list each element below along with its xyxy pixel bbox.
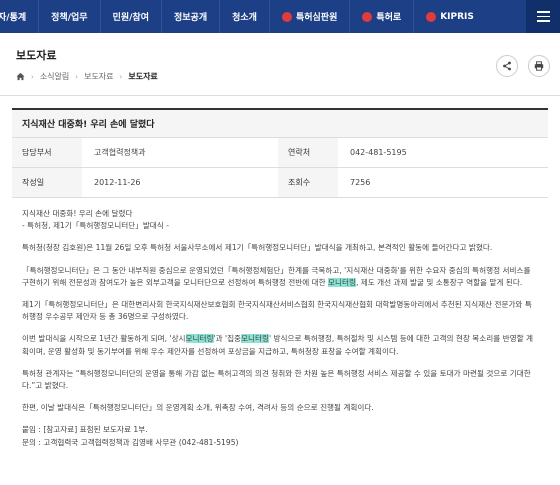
body-text: '과 '집중 (213, 334, 242, 344)
dept-label: 담당부서 (12, 138, 82, 167)
breadcrumb-item[interactable]: 보도자료 (84, 71, 113, 82)
body-paragraph: 이번 발대식을 시작으로 1년간 활동하게 되며, '상시모니터링'과 '집중모… (22, 333, 538, 357)
contact-value: 042-481-5195 (350, 148, 407, 157)
attachment-note: 붙임 : [참고자료] 표첨된 보도자료 1부. (22, 425, 148, 435)
header-actions (496, 55, 550, 77)
print-button[interactable] (528, 55, 550, 77)
breadcrumb-separator-icon: › (31, 72, 34, 81)
highlighted-term: 모니터링 (241, 334, 270, 344)
ext-link-kipris-label: KIPRIS (440, 11, 474, 22)
ext-link-kipris[interactable]: KIPRIS (414, 0, 486, 33)
body-headline: 지식재산 대중화! 우리 손에 달렸다 (22, 209, 133, 218)
tribunal-logo-icon (281, 11, 292, 22)
patentro-logo-icon (362, 11, 373, 22)
share-button[interactable] (496, 55, 518, 77)
ext-link-patentro-label: 특허로 (376, 13, 402, 23)
nav-item-about[interactable]: 청소개 (220, 0, 269, 33)
contact-label: 연락처 (278, 138, 338, 167)
header-divider (0, 95, 560, 96)
body-paragraph: 제1기「특허행정모니터단」은 대한변리사회 한국지식재산보호협회 한국지식재산서… (22, 300, 532, 322)
article-title: 지식재산 대중화! 우리 손에 달렸다 (12, 110, 548, 138)
page-header: 보도자료 › 소식알림 › 보도자료 › 보도자료 (0, 33, 560, 95)
breadcrumb-current: 보도자료 (128, 72, 158, 81)
date-value: 2012-11-26 (94, 178, 141, 187)
highlighted-term: 모니터링 (185, 334, 214, 344)
share-icon (503, 61, 511, 71)
ext-link-tribunal-label: 특허심판원 (295, 13, 338, 23)
breadcrumb-separator-icon: › (75, 72, 79, 81)
dept-value: 고객협력정책과 (94, 148, 146, 157)
inquiry-contact: 문의 : 고객협력국 고객협력정책과 김영배 사무관 (042-481-5195… (22, 437, 239, 447)
views-value: 7256 (350, 178, 371, 187)
body-text: , 제도 개선 과제 발굴 및 소통창구 역할을 맡게 된다. (355, 277, 523, 287)
ext-link-tribunal[interactable]: 특허심판원 (270, 0, 349, 33)
body-paragraph: 「특허행정모니터단」은 그 동안 내부직원 중심으로 운영되었던「특허행정체험단… (22, 265, 538, 289)
home-icon[interactable] (16, 72, 25, 81)
hamburger-menu-icon[interactable] (526, 0, 560, 33)
page-title: 보도자료 (16, 49, 57, 62)
press-release-article: 지식재산 대중화! 우리 손에 달렸다 담당부서 고객협력정책과 연락처 042… (12, 108, 548, 449)
nav-item-civil[interactable]: 민원/참여 (101, 0, 161, 33)
nav-item-statistics[interactable]: 자/통계 (0, 0, 38, 33)
breadcrumb-item[interactable]: 소식알림 (40, 71, 69, 82)
top-nav: 자/통계 정책/업무 민원/참여 정보공개 청소개 특허심판원 특허로 KIPR… (0, 0, 560, 33)
ext-link-patentro[interactable]: 특허로 (350, 0, 413, 33)
breadcrumb-separator-icon: › (119, 72, 123, 81)
views-label: 조회수 (278, 168, 338, 197)
body-paragraph: 한편, 이날 발대식은「특허행정모니터단」의 운영계획 소개, 위촉장 수여, … (22, 403, 374, 413)
meta-row-date: 작성일 2012-11-26 조회수 7256 (12, 168, 548, 198)
body-paragraph: 특허청(청장 김호원)은 11월 26일 오후 특허청 서울사무소에서 제1기「… (22, 243, 493, 253)
body-paragraph: 특허청 관계자는 “특허행정모니터단의 운영을 통해 가감 없는 특허고객의 의… (22, 368, 531, 391)
article-body: 지식재산 대중화! 우리 손에 달렸다 - 특허청, 제1기「특허행정모니터단」… (12, 198, 548, 449)
meta-row-dept: 담당부서 고객협력정책과 연락처 042-481-5195 (12, 138, 548, 168)
breadcrumb: › 소식알림 › 보도자료 › 보도자료 (16, 71, 544, 82)
print-icon (534, 61, 544, 71)
nav-item-disclosure[interactable]: 정보공개 (162, 0, 219, 33)
body-text: 이번 발대식을 시작으로 1년간 활동하게 되며, '상시 (22, 334, 186, 344)
nav-item-policy[interactable]: 정책/업무 (39, 0, 99, 33)
kipris-logo-icon (426, 11, 437, 22)
date-label: 작성일 (12, 168, 82, 197)
highlighted-term: 모니터링 (328, 277, 356, 287)
body-subheadline: - 특허청, 제1기「특허행정모니터단」발대식 - (22, 221, 169, 231)
